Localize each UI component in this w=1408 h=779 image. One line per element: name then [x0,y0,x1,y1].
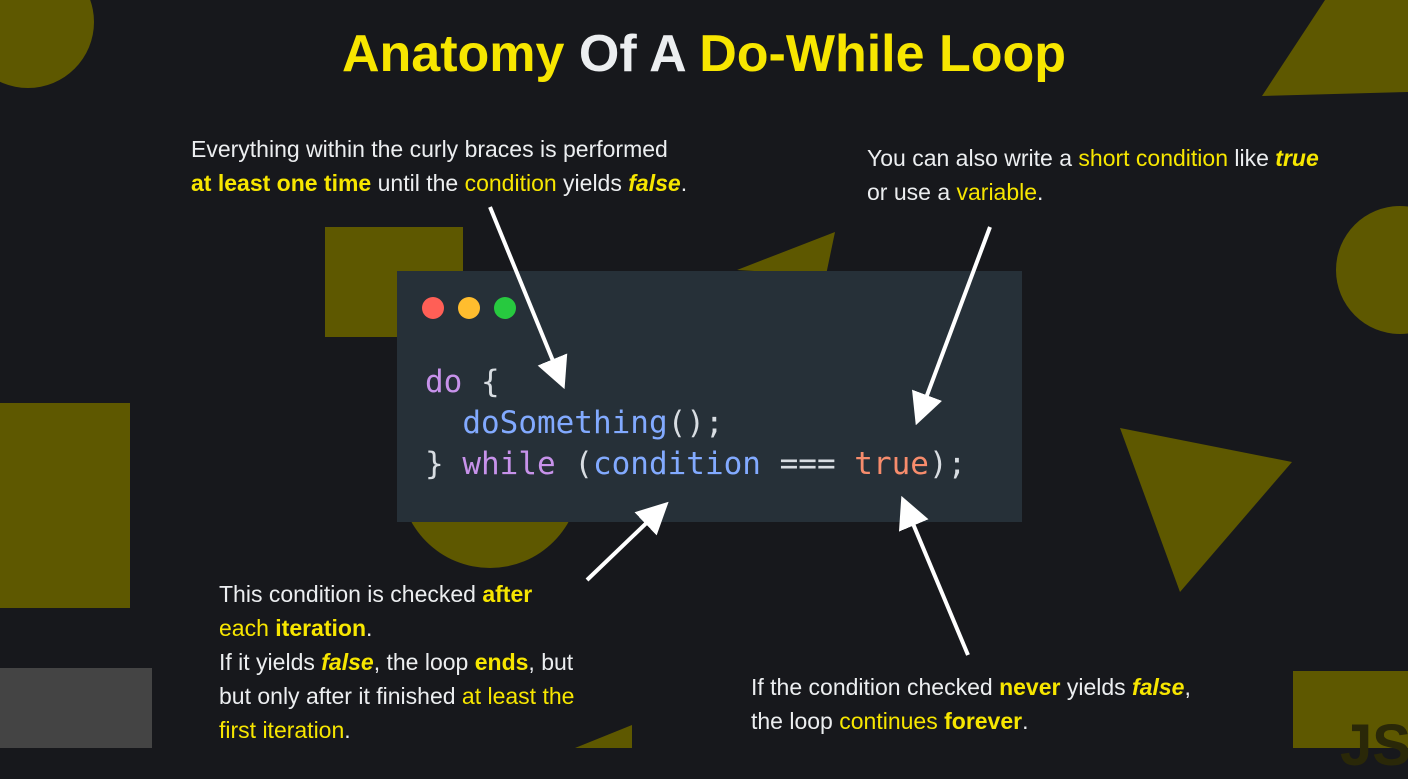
arrow [898,495,970,656]
arrow [488,206,568,390]
arrow [912,226,992,426]
arrows [488,206,992,656]
arrow [585,501,669,582]
